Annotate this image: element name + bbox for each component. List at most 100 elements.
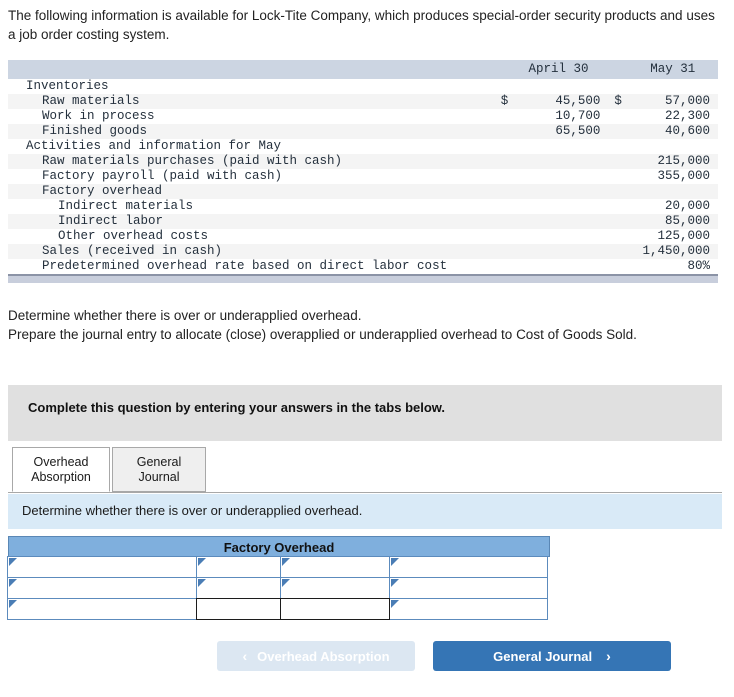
fact-row-currency-april (500, 244, 513, 259)
factory-overhead-cell[interactable] (196, 556, 281, 578)
fact-row-value-april: 65,500 (512, 124, 605, 139)
tab-overhead-absorption[interactable]: Overhead Absorption (12, 447, 110, 492)
fact-row-currency-april (501, 259, 513, 274)
next-general-journal-button[interactable]: General Journal › (433, 641, 671, 671)
fact-row-value-may: 125,000 (657, 229, 710, 243)
fact-row-value-may: 80% (687, 259, 710, 273)
requirements-text: Determine whether there is over or under… (8, 306, 720, 344)
fact-table-row: Work in process 10,700 22,300 (8, 109, 718, 124)
tab-overhead-absorption-line1: Overhead (33, 455, 89, 469)
factory-overhead-cell[interactable] (7, 577, 197, 599)
fact-table-header-row: April 30 May 31 (8, 60, 718, 79)
fact-row-value-may (628, 79, 718, 94)
factory-overhead-cell[interactable] (389, 598, 548, 620)
fact-row-value-april (513, 79, 605, 94)
requirement-line-1: Determine whether there is over or under… (8, 308, 362, 323)
fact-row-label: Raw materials (8, 94, 501, 109)
fact-row-label: Indirect materials (58, 199, 194, 213)
fact-row-currency-april (501, 109, 513, 124)
chevron-right-icon: › (606, 648, 611, 664)
fact-row-label: Finished goods (8, 124, 501, 139)
factory-overhead-cell[interactable] (389, 556, 548, 578)
tab-general-journal-line2: Journal (138, 470, 180, 484)
factory-overhead-cell[interactable] (7, 598, 197, 620)
tab-general-journal-line1: General (136, 455, 182, 469)
complete-question-banner: Complete this question by entering your … (8, 385, 722, 441)
fact-row-currency-april (501, 169, 513, 184)
fact-table-header-spacer-2 (604, 60, 628, 79)
fact-row-value-may: 355,000 (657, 169, 710, 183)
cell-dropdown-marker-icon (9, 558, 17, 566)
fact-row-currency-may (604, 124, 628, 139)
fact-row-currency-may (604, 259, 627, 274)
fact-row-value-may: 40,600 (627, 124, 718, 139)
fact-row-value-april (513, 199, 605, 214)
given-information-table: April 30 May 31 Inventories Raw materials $4… (8, 60, 718, 274)
fact-row-value-april (513, 139, 605, 154)
fact-table-header-spacer-1 (500, 60, 513, 79)
fact-row-value-april (513, 259, 605, 274)
factory-overhead-cell[interactable] (196, 577, 281, 599)
question-intro-text: The following information is available f… (8, 8, 715, 42)
fact-row-label: Raw materials purchases (paid with cash) (8, 154, 501, 169)
cell-dropdown-marker-icon (391, 579, 399, 587)
cell-dropdown-marker-icon (9, 579, 17, 587)
tab-overhead-absorption-line2: Absorption (31, 470, 91, 484)
fact-row-currency-may (604, 79, 627, 94)
fact-row-value-april (513, 229, 605, 244)
chevron-left-icon: ‹ (242, 648, 248, 664)
tab-instruction-text: Determine whether there is over or under… (22, 503, 363, 518)
cell-dropdown-marker-icon (198, 558, 206, 566)
fact-row-value-may: 1,450,000 (627, 244, 718, 259)
factory-overhead-cell[interactable] (389, 577, 548, 599)
fact-table-row: Raw materials $45,500 $57,000 (8, 94, 718, 109)
fact-table-row: Indirect materials 20,000 (8, 199, 718, 214)
tab-general-journal[interactable]: General Journal (112, 447, 206, 492)
factory-overhead-row (7, 577, 550, 599)
fact-table-row: Predetermined overhead rate based on dir… (8, 259, 718, 274)
fact-row-value-may: 85,000 (627, 214, 718, 229)
next-button-label: General Journal (493, 648, 593, 664)
fact-row-value-may: 22,300 (664, 109, 710, 123)
fact-row-currency-may (604, 229, 627, 244)
fact-table-row: Sales (received in cash) 1,450,000 (8, 244, 718, 259)
factory-overhead-cell[interactable] (280, 577, 390, 599)
fact-row-currency-may (604, 154, 628, 169)
fact-row-currency-may (604, 139, 627, 154)
fact-table-row: Other overhead costs 125,000 (8, 229, 718, 244)
cell-dropdown-marker-icon (391, 558, 399, 566)
table-footer-bar (8, 274, 718, 283)
fact-table-row: Factory overhead (8, 184, 718, 199)
factory-overhead-cell[interactable] (196, 598, 281, 620)
fact-row-value-may: 215,000 (627, 154, 718, 169)
fact-row-currency-may (604, 109, 627, 124)
fact-row-value-april (513, 169, 605, 184)
fact-row-currency-may (604, 169, 627, 184)
prev-overhead-absorption-button[interactable]: ‹ Overhead Absorption (217, 641, 415, 671)
fact-table-row: Indirect labor 85,000 (8, 214, 718, 229)
fact-row-value-april (512, 214, 605, 229)
fact-row-currency-may (604, 244, 628, 259)
fact-row-label: Predetermined overhead rate based on dir… (42, 259, 448, 273)
fact-row-currency-may (604, 214, 628, 229)
fact-row-value-april (512, 244, 605, 259)
factory-overhead-cell[interactable] (7, 556, 197, 578)
fact-row-value-may: 20,000 (664, 199, 710, 213)
fact-row-value-may (628, 139, 718, 154)
fact-row-currency-april: $ (500, 94, 513, 109)
fact-row-value-may (627, 184, 718, 199)
fact-table-row: Activities and information for May (8, 139, 718, 154)
factory-overhead-cell[interactable] (280, 598, 390, 620)
cell-dropdown-marker-icon (198, 579, 206, 587)
fact-row-currency-april (500, 214, 513, 229)
cell-dropdown-marker-icon (282, 558, 290, 566)
cell-dropdown-marker-icon (282, 579, 290, 587)
fact-table-row: Raw materials purchases (paid with cash)… (8, 154, 718, 169)
fact-row-currency-april (501, 79, 513, 94)
fact-row-currency-april (501, 139, 513, 154)
fact-row-label: Inventories (26, 79, 109, 93)
fact-row-value-april: 45,500 (512, 94, 605, 109)
factory-overhead-cell[interactable] (280, 556, 390, 578)
fact-table-header-blank (8, 60, 501, 79)
fact-row-label: Factory payroll (paid with cash) (42, 169, 283, 183)
